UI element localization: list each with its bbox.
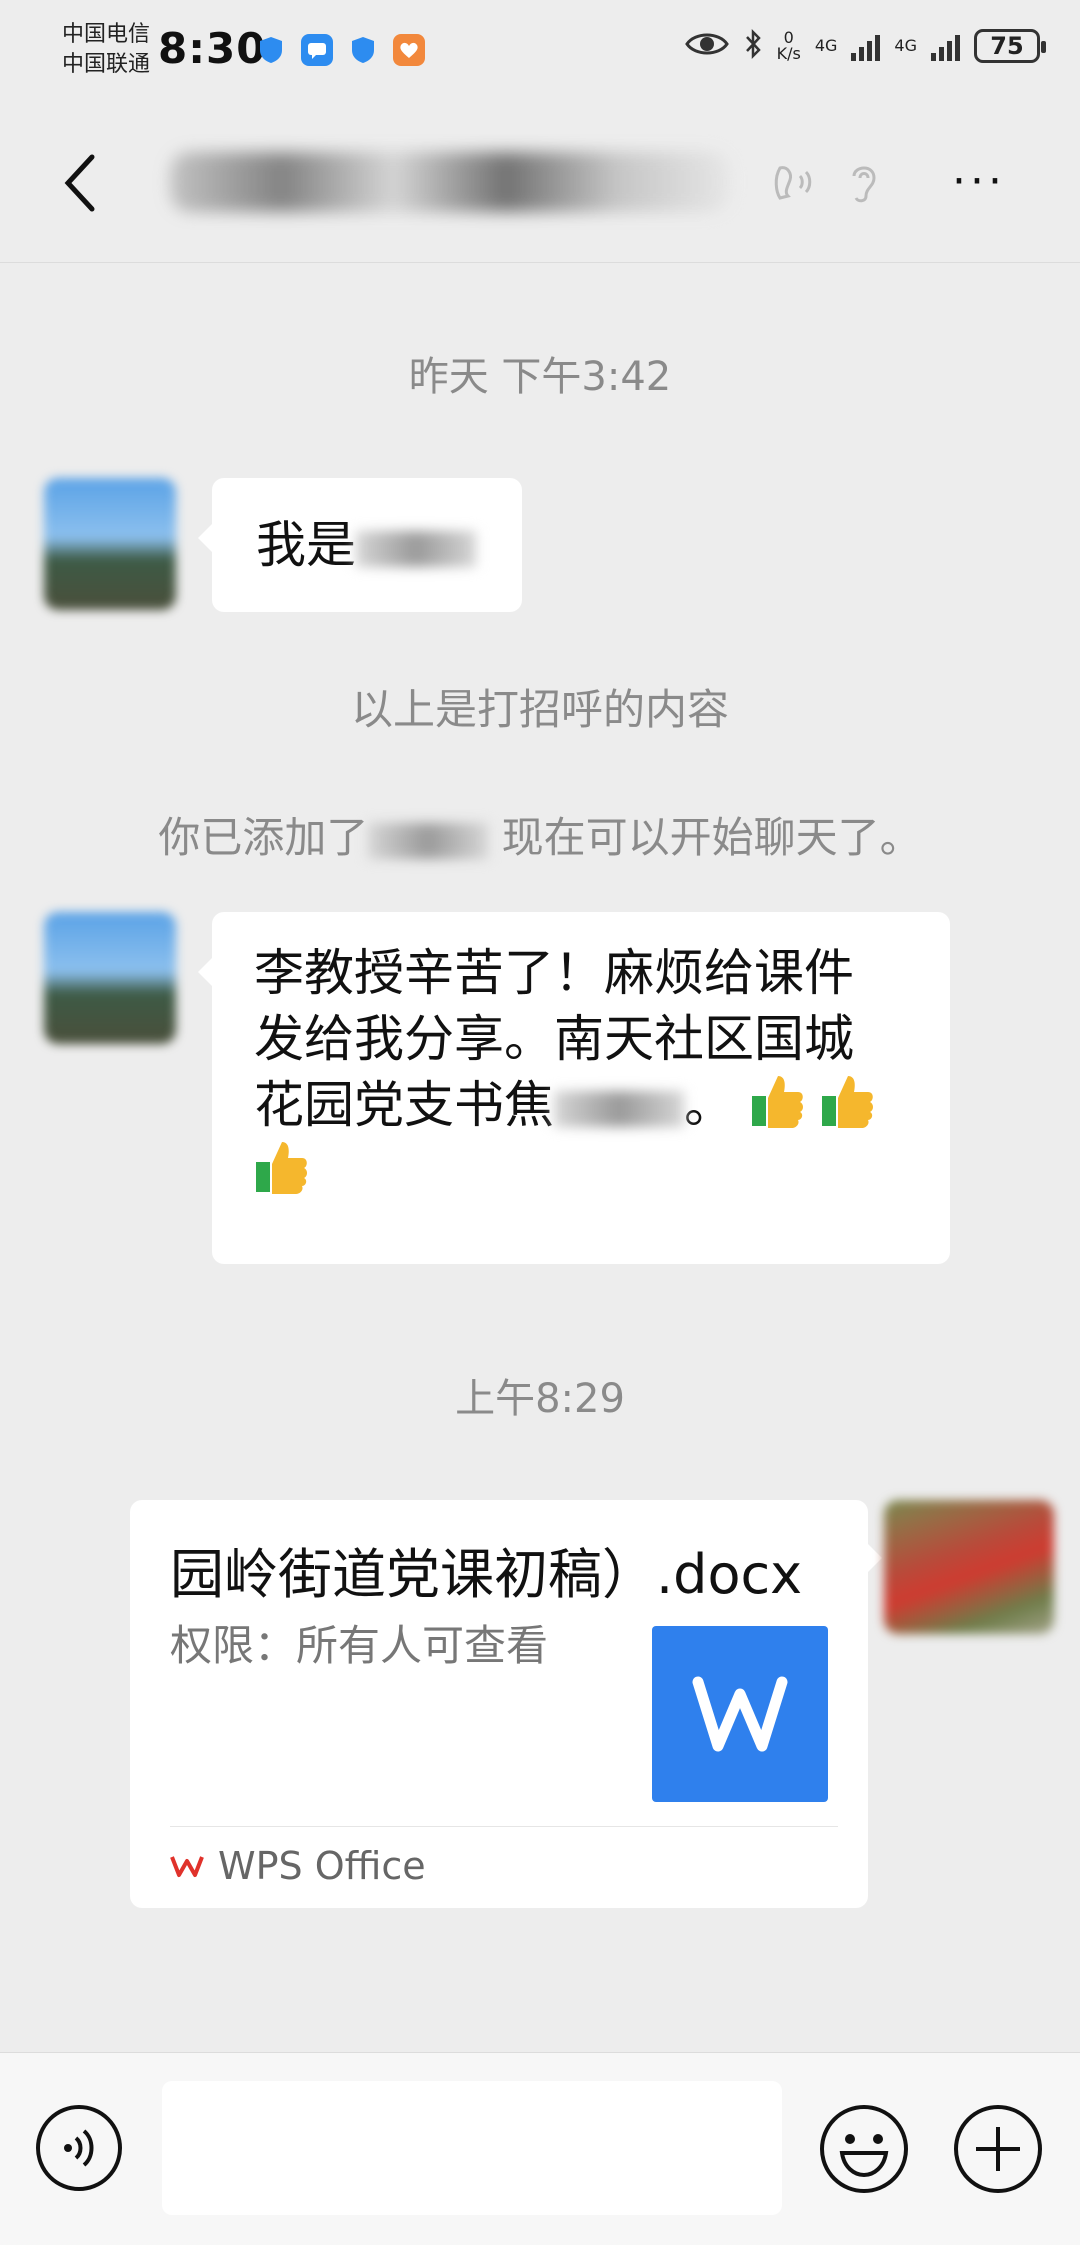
input-bar — [0, 2052, 1080, 2245]
status-time: 8:30 — [158, 24, 267, 73]
file-message-card[interactable]: 园岭街道党课初稿）.docx 权限：所有人可查看 WPS Office — [130, 1500, 882, 1908]
redacted-name — [368, 822, 489, 859]
message-input[interactable] — [162, 2081, 782, 2215]
net-speed: 0 K/s — [777, 30, 801, 62]
voice-input-button[interactable] — [34, 2103, 124, 2193]
carrier-2: 中国联通 — [62, 52, 151, 77]
system-notice: 以上是打招呼的内容 — [350, 685, 729, 734]
file-source: WPS Office — [170, 1844, 426, 1888]
notification-icons — [255, 34, 425, 66]
redacted-name — [356, 530, 476, 567]
signal-2-label: 4G — [894, 36, 917, 55]
message-line-text: 花园党支书焦 — [254, 1076, 554, 1134]
health-app-icon — [393, 34, 425, 66]
thumbs-up-icon — [751, 1076, 803, 1128]
signal-1-label: 4G — [814, 36, 838, 55]
contact-avatar[interactable] — [44, 478, 176, 610]
thumbs-up-icon — [821, 1076, 873, 1128]
bluetooth-icon — [743, 28, 763, 64]
chat-header: ··· — [0, 110, 1080, 263]
message-text: 李教授辛苦了！麻烦给课件 发给我分享。南天社区国城 花园党支书焦 。 — [254, 940, 924, 1204]
plus-icon — [954, 2105, 1042, 2193]
smiley-icon — [820, 2105, 908, 2193]
signal-bars-icon — [851, 31, 881, 61]
eye-icon — [684, 30, 729, 62]
chat-title — [170, 152, 730, 212]
signal-bars-icon — [931, 31, 960, 61]
file-name: 园岭街道党课初稿）.docx — [170, 1543, 803, 1606]
ear-icon[interactable] — [842, 158, 886, 210]
my-avatar[interactable] — [884, 1500, 1054, 1634]
message-timestamp: 上午8:29 — [455, 1376, 625, 1422]
voice-mode-icon[interactable] — [770, 158, 818, 210]
wps-logo-icon — [170, 1856, 204, 1877]
message-line: 花园党支书焦 。 — [254, 1072, 924, 1138]
back-button[interactable] — [50, 148, 110, 218]
message-text: 我是 — [256, 516, 356, 574]
message-line-text: 。 — [684, 1076, 734, 1134]
more-actions-button[interactable] — [952, 2103, 1044, 2195]
notice-prefix: 你已添加了 — [158, 813, 369, 862]
emoji-button[interactable] — [818, 2103, 910, 2195]
carrier-names: 中国电信 中国联通 — [62, 20, 150, 80]
shield-icon — [255, 34, 287, 66]
message-bubble[interactable]: 我是 — [198, 478, 522, 612]
carrier-1: 中国电信 — [62, 22, 151, 47]
more-options-button[interactable]: ··· — [952, 160, 1006, 204]
net-speed-unit: K/s — [776, 44, 801, 63]
thumbs-up-icon — [256, 1142, 307, 1194]
message-bubble[interactable]: 李教授辛苦了！麻烦给课件 发给我分享。南天社区国城 花园党支书焦 。 — [198, 912, 950, 1264]
battery-indicator: 75 — [974, 29, 1046, 63]
message-line: 发给我分享。南天社区国城 — [254, 1010, 854, 1068]
chevron-left-icon — [64, 154, 95, 212]
voice-icon — [36, 2105, 122, 2191]
file-permission: 权限：所有人可查看 — [170, 1621, 549, 1670]
file-source-label: WPS Office — [218, 1844, 426, 1888]
message-line — [254, 1138, 924, 1204]
message-timestamp: 昨天 下午3:42 — [408, 354, 672, 400]
message-line: 李教授辛苦了！麻烦给课件 — [254, 944, 854, 1002]
shield-icon — [347, 34, 379, 66]
redacted-name — [554, 1090, 684, 1127]
divider — [170, 1826, 838, 1827]
system-notice: 你已添加了 现在可以开始聊天了。 — [0, 804, 1080, 865]
status-bar: 中国电信 中国联通 8:30 0 K/s 4G 4G 75 — [0, 0, 1080, 110]
message-app-icon — [301, 34, 333, 66]
notice-suffix: 现在可以开始聊天了。 — [488, 813, 922, 862]
word-document-icon — [652, 1626, 828, 1802]
status-indicators: 0 K/s 4G 4G 75 — [684, 28, 1046, 64]
contact-avatar[interactable] — [44, 912, 176, 1044]
